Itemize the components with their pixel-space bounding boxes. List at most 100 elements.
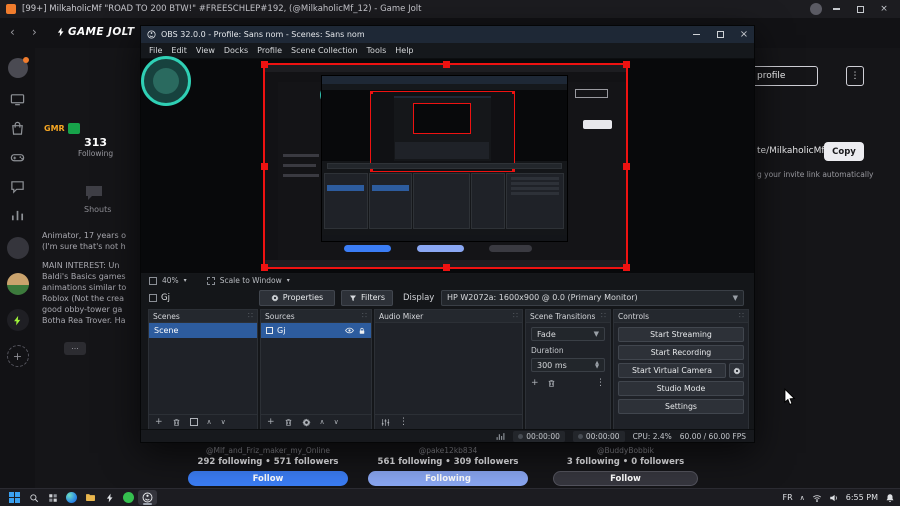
- menu-help[interactable]: Help: [395, 46, 413, 55]
- display-capture-source[interactable]: [261, 61, 630, 271]
- start-streaming-button[interactable]: Start Streaming: [618, 327, 744, 342]
- zoom-caret-icon[interactable]: ▾: [184, 277, 187, 284]
- obs-taskbar-button[interactable]: [138, 490, 157, 505]
- wifi-icon[interactable]: [812, 493, 822, 503]
- add-source-button[interactable]: +: [267, 417, 275, 427]
- dock-drag-icon[interactable]: ∷: [362, 312, 367, 320]
- dock-drag-icon[interactable]: ∷: [513, 312, 518, 320]
- follow-button[interactable]: Follow: [553, 471, 698, 486]
- display-select[interactable]: HP W2072a: 1600x900 @ 0.0 (Primary Monit…: [441, 289, 744, 306]
- gamejolt-client-button[interactable]: [100, 490, 119, 505]
- duration-spinner[interactable]: 300 ms ▲ ▼: [531, 358, 605, 372]
- source-list-item[interactable]: Gj: [261, 323, 371, 338]
- spinner-down-button[interactable]: ▼: [595, 365, 599, 370]
- mixer-kebab-icon[interactable]: ⋮: [399, 417, 408, 427]
- browser-titlebar[interactable]: [99+] MilkaholicMf "ROAD TO 200 BTW!" #F…: [0, 0, 900, 18]
- menu-file[interactable]: File: [149, 46, 162, 55]
- edge-browser-button[interactable]: [62, 490, 81, 505]
- following-stat[interactable]: 313 Following: [78, 136, 113, 158]
- move-source-down-button[interactable]: ∨: [334, 418, 339, 426]
- add-scene-button[interactable]: +: [155, 417, 163, 427]
- obs-close-button[interactable]: ×: [734, 27, 754, 43]
- mixer-sliders-icon[interactable]: [381, 418, 390, 427]
- nav-back-icon[interactable]: ‹: [10, 25, 15, 39]
- menu-tools[interactable]: Tools: [367, 46, 387, 55]
- transition-kebab-icon[interactable]: ⋮: [596, 378, 605, 388]
- user-handle[interactable]: @Mlf_and_Friz_maker_my_Online: [188, 446, 348, 455]
- studio-mode-button[interactable]: Studio Mode: [618, 381, 744, 396]
- obs-titlebar[interactable]: OBS 32.0.0 - Profile: Sans nom - Scenes:…: [141, 26, 754, 43]
- profile-avatar[interactable]: [141, 56, 191, 106]
- menu-view[interactable]: View: [196, 46, 215, 55]
- file-explorer-button[interactable]: [81, 490, 100, 505]
- maximize-button[interactable]: [850, 1, 870, 17]
- move-source-up-button[interactable]: ∧: [320, 418, 325, 426]
- user-handle[interactable]: @pake12kb834: [368, 446, 528, 455]
- sidebar-forums-icon[interactable]: [10, 179, 25, 194]
- gamejolt-logo[interactable]: GAME JOLT: [56, 26, 135, 38]
- scene-list-item[interactable]: Scene: [149, 323, 257, 338]
- lock-icon[interactable]: [358, 327, 366, 335]
- remove-scene-button[interactable]: [172, 418, 181, 427]
- scale-caret-icon[interactable]: ▾: [287, 277, 290, 284]
- profile-menu-item[interactable]: profile: [748, 66, 818, 86]
- remove-transition-button[interactable]: [547, 379, 556, 388]
- sidebar-user-avatar[interactable]: [7, 57, 29, 78]
- transform-handle[interactable]: [623, 61, 630, 68]
- show-hidden-icons-chevron[interactable]: ∧: [800, 494, 805, 502]
- notification-bell-icon[interactable]: [885, 493, 895, 503]
- filters-button[interactable]: Filters: [341, 289, 393, 306]
- menu-docks[interactable]: Docks: [224, 46, 248, 55]
- dock-drag-icon[interactable]: ∷: [248, 312, 253, 320]
- menu-edit[interactable]: Edit: [171, 46, 187, 55]
- following-button[interactable]: Following: [368, 471, 528, 486]
- move-scene-up-button[interactable]: ∧: [207, 418, 212, 426]
- start-recording-button[interactable]: Start Recording: [618, 345, 744, 360]
- obs-minimize-button[interactable]: [686, 27, 706, 43]
- task-view-button[interactable]: [43, 490, 62, 505]
- transform-handle[interactable]: [261, 61, 268, 68]
- transition-select[interactable]: Fade ▼: [531, 327, 605, 341]
- profile-menu-kebab[interactable]: ⋮: [846, 66, 864, 86]
- sidebar-games-icon[interactable]: [10, 150, 25, 165]
- sidebar-shop-icon[interactable]: [10, 121, 25, 136]
- start-virtual-camera-button[interactable]: Start Virtual Camera: [618, 363, 726, 378]
- browser-profile-avatar[interactable]: [810, 3, 822, 15]
- transform-handle[interactable]: [623, 163, 630, 170]
- green-app-button[interactable]: [119, 490, 138, 505]
- bio-more-button[interactable]: ...: [64, 342, 86, 355]
- visibility-eye-icon[interactable]: [345, 326, 354, 335]
- menu-scene-collection[interactable]: Scene Collection: [291, 46, 358, 55]
- shouts-bubble-icon[interactable]: [84, 184, 104, 202]
- transform-handle[interactable]: [623, 264, 630, 271]
- source-properties-gear-icon[interactable]: [301, 418, 311, 427]
- properties-button[interactable]: Properties: [259, 289, 335, 306]
- user-handle[interactable]: @BuddyBobbik: [553, 446, 698, 455]
- transform-handle[interactable]: [442, 264, 450, 271]
- scale-mode[interactable]: Scale to Window: [220, 276, 282, 285]
- invite-link-value[interactable]: te/MilkaholicMf_: [757, 146, 829, 156]
- nav-forward-icon[interactable]: ›: [32, 25, 37, 39]
- transform-handle[interactable]: [442, 61, 450, 68]
- search-button[interactable]: [24, 490, 43, 505]
- dock-drag-icon[interactable]: ∷: [601, 312, 606, 320]
- settings-button[interactable]: Settings: [618, 399, 744, 414]
- obs-preview-canvas[interactable]: [141, 59, 754, 273]
- copy-invite-button[interactable]: Copy: [824, 142, 864, 161]
- language-indicator[interactable]: FR: [782, 493, 792, 502]
- add-transition-button[interactable]: +: [531, 378, 539, 388]
- scene-filters-button[interactable]: [189, 418, 198, 426]
- clock[interactable]: 6:55 PM: [846, 493, 878, 502]
- close-button[interactable]: ×: [874, 1, 894, 17]
- menu-profile[interactable]: Profile: [257, 46, 282, 55]
- transform-handle[interactable]: [261, 264, 268, 271]
- add-community-button[interactable]: +: [6, 345, 29, 367]
- obs-maximize-button[interactable]: [710, 27, 730, 43]
- dock-drag-icon[interactable]: ∷: [739, 312, 744, 320]
- volume-icon[interactable]: [829, 493, 839, 503]
- followed-avatar-bolt[interactable]: [6, 309, 29, 331]
- followed-avatar-baldi[interactable]: [6, 273, 29, 295]
- remove-source-button[interactable]: [284, 418, 293, 427]
- followed-avatar-1[interactable]: [6, 237, 29, 259]
- zoom-value[interactable]: 40%: [162, 276, 179, 285]
